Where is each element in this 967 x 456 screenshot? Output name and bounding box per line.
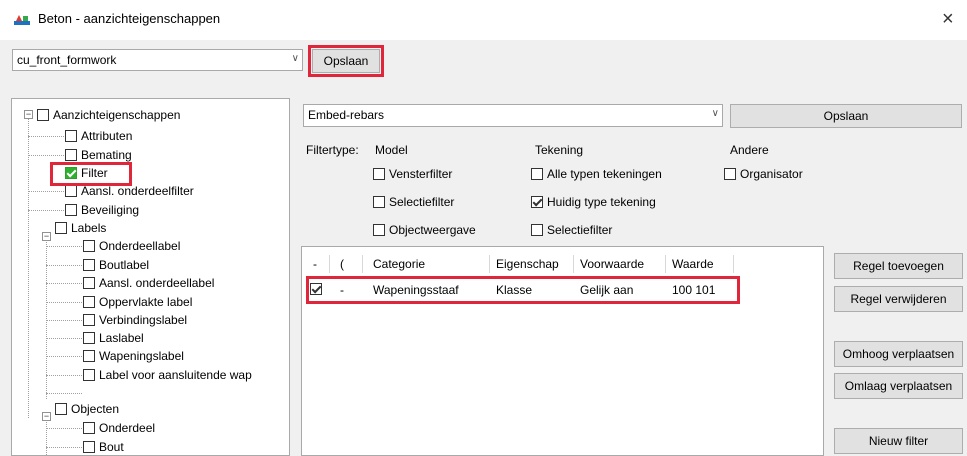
chevron-down-icon: ∨ (291, 53, 299, 64)
tree-item-objecten[interactable]: Objecten (55, 400, 119, 418)
collapse-icon[interactable]: − (24, 110, 33, 119)
tree-checkbox[interactable] (83, 259, 95, 271)
rule-row-highlight (306, 276, 740, 304)
current-drawing-type-checkbox[interactable]: Huidig type tekening (531, 195, 656, 209)
remove-row-button[interactable]: Regel verwijderen (834, 286, 963, 312)
view-name-combo[interactable]: cu_front_formwork ∨ (12, 49, 303, 71)
tree-checkbox[interactable] (83, 296, 95, 308)
tree-checkbox[interactable] (37, 109, 49, 121)
grid-header-category: Categorie (373, 257, 426, 271)
tree-item-oppervlakte-label[interactable]: Oppervlakte label (83, 293, 192, 311)
filter-name-combo[interactable]: Embed-rebars ∨ (303, 104, 723, 127)
move-down-button[interactable]: Omlaag verplaatsen (834, 373, 963, 399)
all-drawing-types-checkbox[interactable]: Alle typen tekeningen (531, 167, 662, 181)
tree-item-aanzichteigenschappen[interactable]: Aanzichteigenschappen (37, 106, 180, 124)
tree-item-attributen[interactable]: Attributen (65, 127, 132, 145)
tree-checkbox[interactable] (65, 204, 77, 216)
new-filter-button[interactable]: Nieuw filter (834, 428, 963, 454)
filtertype-label: Filtertype: (306, 143, 359, 157)
tree-line (46, 419, 47, 455)
properties-tree[interactable]: − − − Aanzichteigenschappen Attributen B… (11, 98, 290, 456)
view-name-value: cu_front_formwork (17, 53, 117, 67)
object-display-checkbox[interactable]: Objectweergave (373, 223, 476, 237)
tree-item-beveiliging[interactable]: Beveiliging (65, 201, 139, 219)
tree-checkbox[interactable] (83, 277, 95, 289)
tree-item-onderdeel[interactable]: Onderdeel (83, 419, 155, 437)
group-model-label: Model (375, 143, 408, 157)
tree-item-verbindingslabel[interactable]: Verbindingslabel (83, 311, 187, 329)
grid-header-condition: Voorwaarde (580, 257, 645, 271)
tree-checkbox[interactable] (83, 350, 95, 362)
selection-filter-checkbox[interactable]: Selectiefilter (373, 195, 454, 209)
group-drawing-label: Tekening (535, 143, 584, 157)
tree-item-boutlabel[interactable]: Boutlabel (83, 256, 149, 274)
tree-item-labels[interactable]: Labels (55, 219, 106, 237)
window-title: Beton - aanzichteigenschappen (38, 11, 221, 26)
tree-item-label-aansluitende-wapening[interactable]: Label voor aansluitende wap (83, 366, 252, 384)
chevron-down-icon: ∨ (711, 108, 719, 119)
window-filter-checkbox[interactable]: Vensterfilter (373, 167, 452, 181)
save-view-button[interactable]: Opslaan (312, 49, 380, 73)
title-bar: Beton - aanzichteigenschappen × (0, 0, 967, 40)
tree-item-bout[interactable]: Bout (83, 438, 124, 455)
group-other-label: Andere (730, 143, 769, 157)
tree-checkbox[interactable] (65, 149, 77, 161)
tree-checkbox[interactable] (83, 369, 95, 381)
tree-checkbox[interactable] (83, 422, 95, 434)
close-icon[interactable]: × (942, 7, 954, 31)
grid-header-dash: - (313, 257, 317, 271)
app-icon (14, 15, 30, 25)
tree-checkbox[interactable] (83, 332, 95, 344)
tree-checkbox[interactable] (65, 130, 77, 142)
grid-header-value: Waarde (672, 257, 714, 271)
collapse-icon[interactable]: − (42, 232, 51, 241)
tree-item-aansl-onderdeellabel[interactable]: Aansl. onderdeellabel (83, 274, 214, 292)
add-row-button[interactable]: Regel toevoegen (834, 253, 963, 279)
tree-item-laslabel[interactable]: Laslabel (83, 329, 144, 347)
move-up-button[interactable]: Omhoog verplaatsen (834, 341, 963, 367)
tree-checkbox[interactable] (55, 222, 67, 234)
save-filter-button[interactable]: Opslaan (730, 104, 962, 128)
tree-checkbox[interactable] (55, 403, 67, 415)
tree-checkbox[interactable] (65, 185, 77, 197)
tree-checkbox[interactable] (83, 240, 95, 252)
tree-checkbox[interactable] (83, 441, 95, 453)
tree-item-wapeningslabel[interactable]: Wapeningslabel (83, 347, 184, 365)
grid-header-property: Eigenschap (496, 257, 559, 271)
collapse-icon[interactable]: − (42, 412, 51, 421)
tree-checkbox[interactable] (83, 314, 95, 326)
drawing-selection-filter-checkbox[interactable]: Selectiefilter (531, 223, 612, 237)
organizer-checkbox[interactable]: Organisator (724, 167, 803, 181)
grid-header-paren: ( (340, 257, 344, 271)
filter-name-value: Embed-rebars (308, 108, 385, 122)
tree-line (28, 240, 29, 418)
tree-item-onderdeellabel[interactable]: Onderdeellabel (83, 237, 180, 255)
filter-item-highlight (50, 162, 132, 186)
